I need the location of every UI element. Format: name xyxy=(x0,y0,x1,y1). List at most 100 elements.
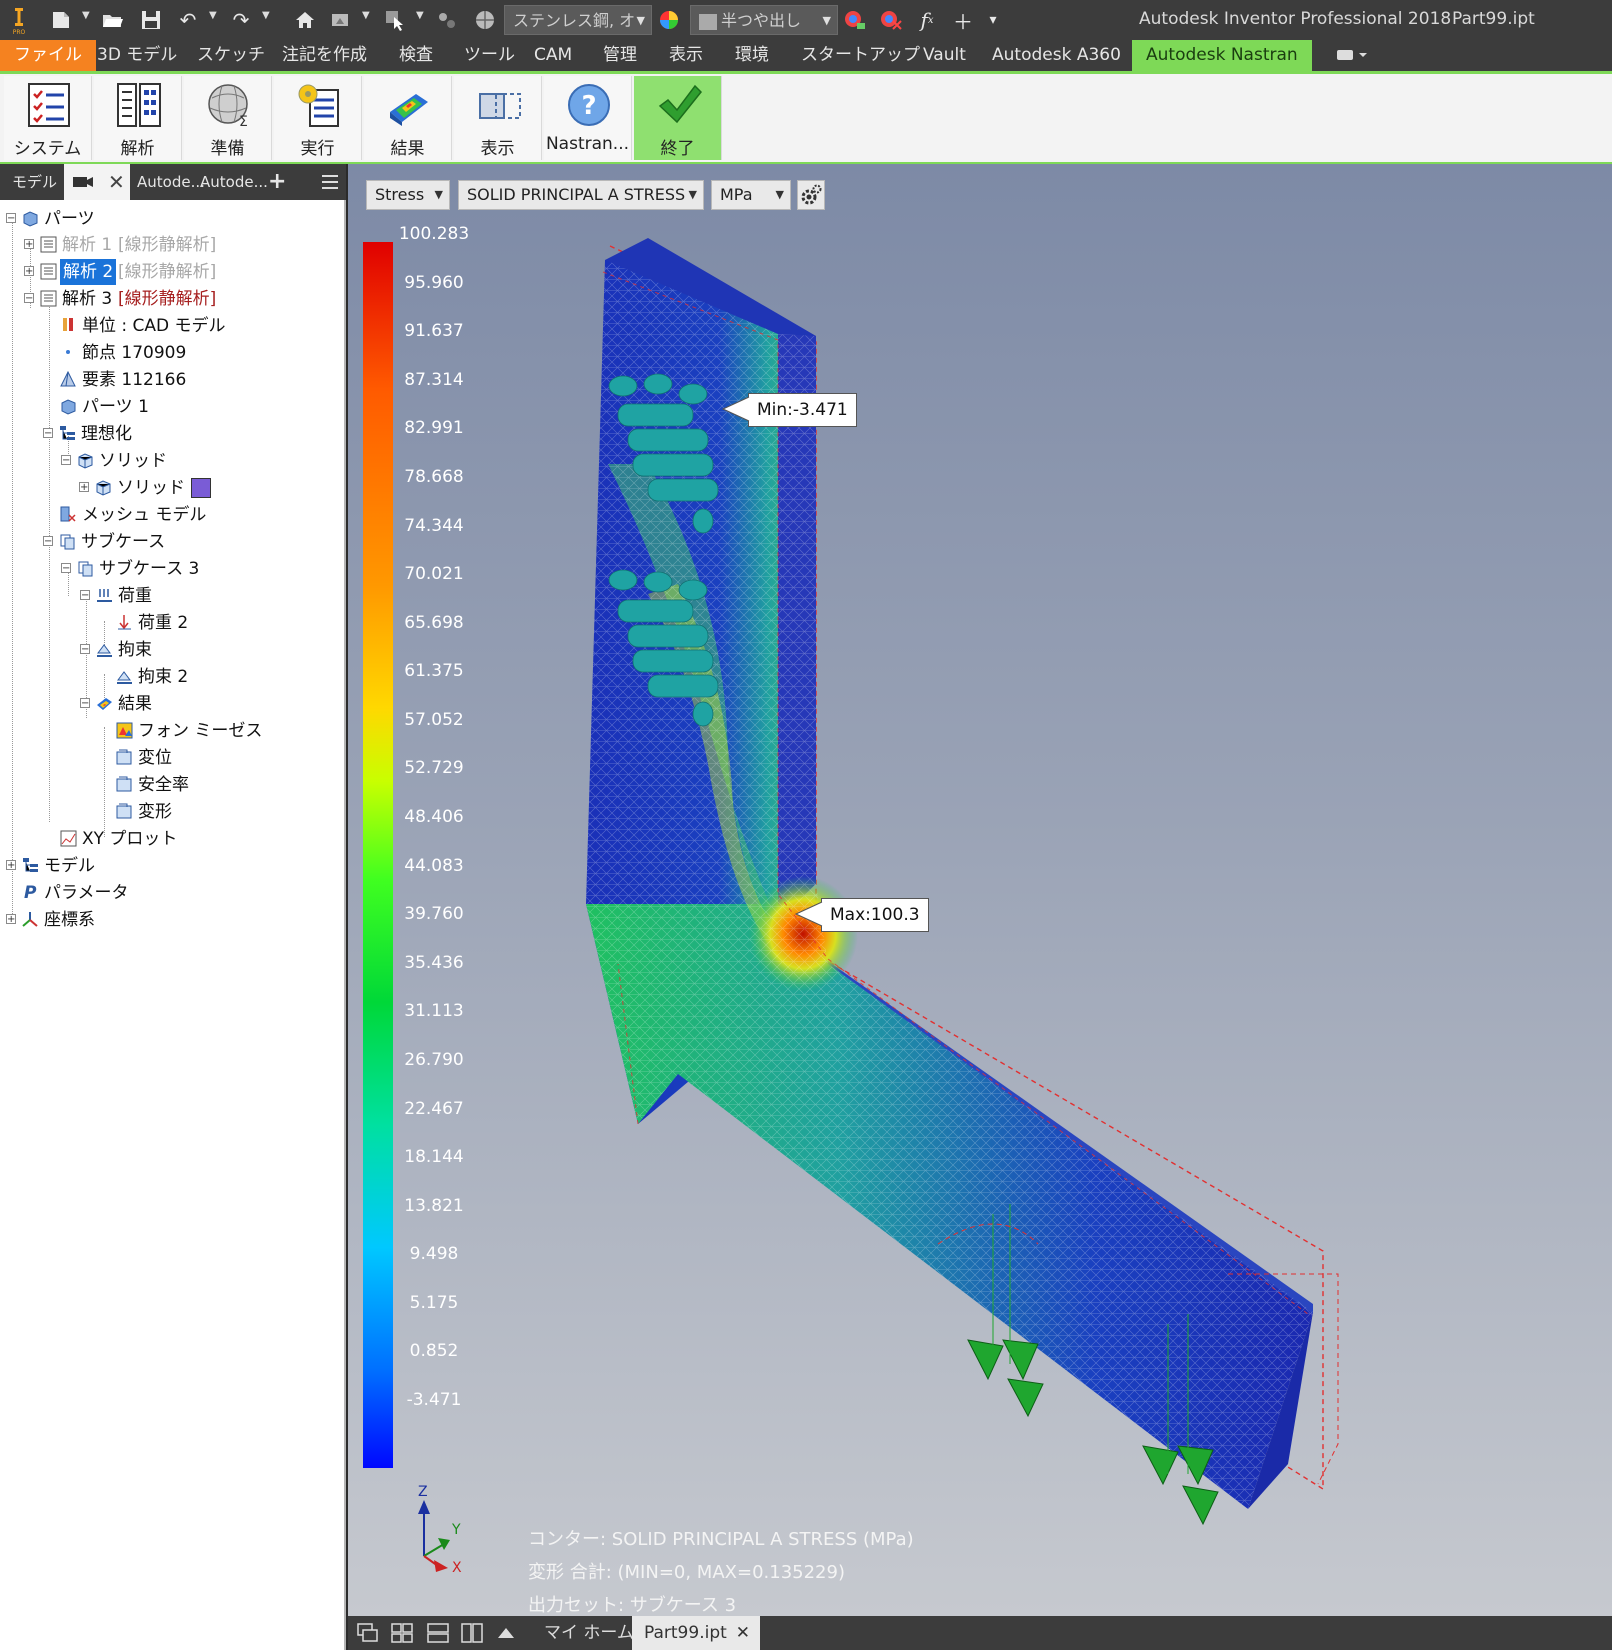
tab-overflow-icon[interactable] xyxy=(494,1622,518,1644)
expand-icon[interactable]: + xyxy=(24,266,34,277)
undo-dropdown-icon[interactable]: ▼ xyxy=(209,10,217,21)
tab-get-started[interactable]: スタートアップ xyxy=(801,40,920,71)
tab-my-home[interactable]: マイ ホーム xyxy=(544,1616,634,1650)
legend-tick-label: 22.467 xyxy=(404,1098,464,1119)
results-button[interactable]: 結果 xyxy=(364,76,452,160)
project-icon[interactable] xyxy=(328,6,354,34)
redo-dropdown-icon[interactable]: ▼ xyxy=(262,10,270,21)
browser-tab-autodesk-1[interactable]: Autode... xyxy=(137,164,205,200)
prepare-mesh-icon: Σ xyxy=(208,84,248,128)
solid-mesh-icon xyxy=(96,480,111,496)
prepare-button[interactable]: Σ 準備 xyxy=(184,76,272,160)
run-button[interactable]: 実行 xyxy=(274,76,362,160)
fea-contour-model[interactable] xyxy=(348,164,1612,1616)
max-value-callout[interactable]: Max:100.3 xyxy=(821,898,929,932)
node-dot-icon xyxy=(66,350,70,354)
stress-component-select[interactable]: SOLID PRINCIPAL A STRESS ▼ xyxy=(458,180,704,210)
plus-icon[interactable]: ＋ xyxy=(950,6,976,34)
new-icon[interactable] xyxy=(48,6,74,34)
view-triad[interactable]: Z Y X xyxy=(404,1484,474,1574)
collapse-icon[interactable]: − xyxy=(80,590,90,601)
tree-label: モデル xyxy=(44,856,95,876)
browser-tab-model[interactable]: モデル xyxy=(12,164,57,200)
tab-sketch[interactable]: スケッチ xyxy=(197,40,265,71)
tab-environments[interactable]: 環境 xyxy=(735,40,769,71)
tab-tools[interactable]: ツール xyxy=(464,40,515,71)
part-cube-icon xyxy=(61,399,76,415)
cascade-windows-icon[interactable] xyxy=(356,1622,380,1644)
close-icon[interactable]: ✕ xyxy=(736,1616,750,1650)
collapse-icon[interactable]: − xyxy=(61,455,71,466)
tab-file[interactable]: ファイル xyxy=(0,40,96,71)
material-select[interactable]: ステンレス鋼, オ ▼ xyxy=(504,5,652,35)
system-button[interactable]: システム xyxy=(4,76,92,160)
tab-annotate[interactable]: 注記を作成 xyxy=(282,40,367,71)
redo-icon[interactable]: ↷ xyxy=(228,6,254,34)
ribbon-display-toggle[interactable] xyxy=(1335,46,1371,66)
min-callout-pointer xyxy=(722,396,750,422)
browser-tab-camera[interactable]: ✕ xyxy=(64,164,130,200)
display-button[interactable]: 表示 xyxy=(454,76,542,160)
expand-icon[interactable]: + xyxy=(24,239,34,250)
tab-view[interactable]: 表示 xyxy=(669,40,703,71)
close-icon[interactable]: ✕ xyxy=(108,164,125,200)
color-wheel-icon[interactable] xyxy=(656,6,682,34)
expand-icon[interactable]: + xyxy=(6,914,16,925)
tab-vault[interactable]: Vault xyxy=(923,40,966,71)
add-tab-button[interactable]: + xyxy=(268,164,286,200)
min-value-callout[interactable]: Min:-3.471 xyxy=(748,393,857,427)
clear-appearance-icon[interactable] xyxy=(878,6,904,34)
undo-icon[interactable]: ↶ xyxy=(175,6,201,34)
ilogic-icon[interactable] xyxy=(434,6,460,34)
legend-tick-label: 35.436 xyxy=(404,952,464,973)
tile-vertical-icon[interactable] xyxy=(460,1622,484,1644)
plot-settings-button[interactable] xyxy=(797,180,825,210)
collapse-icon[interactable]: − xyxy=(80,698,90,709)
adjust-appearance-icon[interactable] xyxy=(842,6,868,34)
tab-manage[interactable]: 管理 xyxy=(603,40,637,71)
ribbon-panel: システム 解析 Σ 準備 実行 結果 表示 ? Nastran... 終了 xyxy=(0,74,1612,164)
fx-parameters-icon[interactable]: fx xyxy=(914,6,940,34)
graphics-viewport[interactable]: Stress ▼ SOLID PRINCIPAL A STRESS ▼ MPa … xyxy=(348,164,1612,1616)
browser-tab-autodesk-2[interactable]: Autode... xyxy=(200,164,268,200)
select-dropdown-icon[interactable]: ▼ xyxy=(416,10,424,21)
collapse-icon[interactable]: − xyxy=(43,428,53,439)
nastran-help-button[interactable]: ? Nastran... xyxy=(544,76,632,160)
tab-3d-model[interactable]: 3D モデル xyxy=(97,40,177,71)
collapse-icon[interactable]: − xyxy=(80,644,90,655)
sphere-icon[interactable] xyxy=(472,6,498,34)
collapse-icon[interactable]: − xyxy=(61,563,71,574)
expand-icon[interactable]: + xyxy=(6,860,16,871)
customize-qat-icon[interactable]: ▾ xyxy=(980,6,1006,34)
collapse-icon[interactable]: − xyxy=(24,293,34,304)
unit-select[interactable]: MPa ▼ xyxy=(711,180,791,210)
tile-horizontal-icon[interactable] xyxy=(426,1622,450,1644)
new-dropdown-icon[interactable]: ▼ xyxy=(82,10,90,21)
chevron-down-icon: ▼ xyxy=(775,188,784,201)
tab-autodesk-nastran[interactable]: Autodesk Nastran xyxy=(1132,40,1312,71)
finish-button[interactable]: 終了 xyxy=(634,76,722,160)
open-icon[interactable] xyxy=(100,6,126,34)
tile-windows-icon[interactable] xyxy=(390,1622,414,1644)
collapse-icon[interactable]: − xyxy=(43,536,53,547)
tab-part99[interactable]: Part99.ipt ✕ xyxy=(632,1616,760,1650)
home-icon[interactable] xyxy=(292,6,318,34)
inventor-logo-icon[interactable]: PRO xyxy=(6,4,32,36)
tab-a360[interactable]: Autodesk A360 xyxy=(992,40,1121,71)
select-mode-icon[interactable] xyxy=(382,6,408,34)
material-color-swatch[interactable] xyxy=(191,478,211,498)
tab-inspect[interactable]: 検査 xyxy=(399,40,433,71)
analysis-button[interactable]: 解析 xyxy=(94,76,182,160)
save-icon[interactable] xyxy=(138,6,164,34)
appearance-select[interactable]: 半つや出し ▼ xyxy=(690,5,838,35)
result-type-select[interactable]: Stress ▼ xyxy=(366,180,450,210)
analysis-icon xyxy=(40,236,57,253)
browser-menu-button[interactable] xyxy=(320,164,340,200)
max-callout-pointer xyxy=(795,901,823,927)
project-dropdown-icon[interactable]: ▼ xyxy=(362,10,370,21)
collapse-icon[interactable]: − xyxy=(6,213,16,224)
prepare-label: 準備 xyxy=(210,139,245,159)
expand-icon[interactable]: + xyxy=(79,482,89,493)
tab-cam[interactable]: CAM xyxy=(534,40,572,71)
tree-label: 解析 1 xyxy=(62,235,113,255)
